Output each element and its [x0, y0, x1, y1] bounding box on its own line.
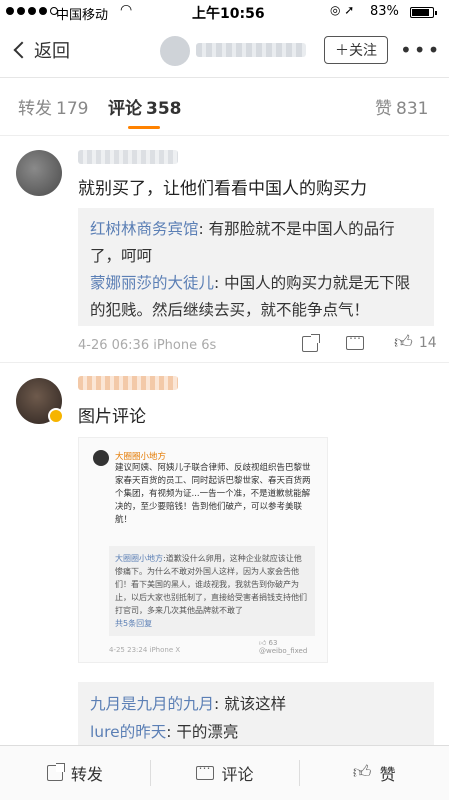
carrier-label: 中国移动 [56, 8, 109, 23]
like-icon: 👍︎ [352, 762, 372, 783]
tab-likes[interactable]: 赞 831 [375, 94, 428, 119]
comment-text: 就别买了，让他们看看中国人的购买力 [78, 179, 367, 199]
back-label: 返回 [34, 41, 70, 62]
image-likes: 👍︎ 63 @weibo_fixed [259, 639, 308, 655]
image-avatar [93, 450, 109, 466]
reply-author[interactable]: 蒙娜丽莎的大徒儿 [90, 274, 214, 292]
tab-reposts-label: 转发 [18, 99, 52, 119]
share-icon [46, 763, 65, 781]
repost-button[interactable]: 转发 [0, 746, 150, 800]
comment-image[interactable]: 大圈圈小地方 建议阿姨、阿姨儿子联合律师、反歧视组织告巴黎世家春天百货的员工、同… [78, 437, 328, 663]
commenter-name-blurred[interactable] [78, 150, 178, 164]
nav-bar: 返回 ＋关注 ••• [0, 24, 449, 78]
image-more-replies: 共5条回复 [115, 619, 153, 628]
tab-bar: 转发 179 评论 358 赞 831 [0, 78, 449, 136]
image-reply-text: :道歉没什么卵用，这种企业就应该让他惨痛下。为什么不敢对外国人这样，因为人家会告… [115, 554, 307, 615]
commenter-name-blurred[interactable] [78, 376, 178, 390]
comment-meta: 4-26 06:36 iPhone 6s [78, 338, 217, 353]
repost-label: 转发 [70, 765, 103, 784]
bottom-toolbar: 转发 评论 👍︎ 赞 [0, 745, 449, 800]
clock: 上午10:56 [192, 6, 265, 22]
author-avatar[interactable] [160, 36, 190, 66]
share-icon [302, 334, 320, 352]
comment-icon [195, 761, 214, 780]
reply-item[interactable]: 红树林商务宾馆: 有那脸就不是中国人的品行了，呵呵 [90, 216, 422, 270]
thumbs-up-icon: 👍︎ [394, 332, 413, 353]
image-like-count: 63 [268, 639, 278, 647]
like-label: 赞 [379, 765, 396, 784]
reply-item[interactable]: 九月是九月的九月: 就该这样 [90, 690, 422, 718]
reply-list[interactable]: 红树林商务宾馆: 有那脸就不是中国人的品行了，呵呵 蒙娜丽莎的大徒儿: 中国人的… [78, 208, 434, 326]
author-name-blurred[interactable] [196, 43, 306, 57]
tab-reposts-count: 179 [56, 99, 89, 119]
image-reply-author: 大圈圈小地方 [115, 554, 163, 563]
chevron-left-icon [13, 41, 31, 59]
image-post-text: 建议阿姨、阿姨儿子联合律师、反歧视组织告巴黎世家春天百货的员工、同时起诉巴黎世家… [115, 463, 311, 525]
status-bar: 中国移动 ◠ 上午10:56 ◎ ➚ 83% [0, 0, 449, 24]
reply-text: : 干的漂亮 [166, 723, 239, 741]
tab-comments-count: 358 [146, 99, 182, 119]
comment-reply-button[interactable] [346, 331, 364, 350]
tab-comments[interactable]: 评论 358 [108, 94, 182, 119]
comment-label: 评论 [221, 765, 254, 784]
battery-icon [410, 7, 437, 18]
tab-likes-count: 831 [396, 99, 429, 119]
tab-comments-label: 评论 [108, 99, 142, 119]
tab-reposts[interactable]: 转发 179 [18, 94, 88, 119]
reply-author[interactable]: 九月是九月的九月 [90, 695, 214, 713]
lock-rotation-icon: ◎ ➚ [330, 3, 355, 17]
back-button[interactable]: 返回 [10, 37, 70, 63]
signal-icon [6, 7, 58, 15]
reply-item[interactable]: 蒙娜丽莎的大徒儿: 中国人的购买力就是无下限的犯贱。然后继续去买，就不能争点气！ [90, 270, 422, 324]
active-tab-indicator [128, 126, 160, 129]
image-footer: 4-25 23:24 iPhone X [109, 646, 181, 654]
tab-likes-label: 赞 [375, 99, 392, 119]
reply-text: : 就该这样 [214, 695, 287, 713]
verified-badge-icon [48, 408, 64, 424]
like-button[interactable]: 👍︎ 赞 [299, 746, 449, 800]
commenter-avatar[interactable] [16, 150, 62, 196]
image-author: 大圈圈小地方 [115, 452, 167, 462]
battery-percent: 83% [370, 4, 399, 19]
like-count: 14 [418, 335, 437, 351]
comment-button[interactable]: 评论 [149, 746, 300, 800]
comment-text: 图片评论 [78, 407, 146, 427]
image-reply-box: 大圈圈小地方:道歉没什么卵用，这种企业就应该让他惨痛下。为什么不敢对外国人这样，… [109, 546, 315, 636]
reply-list[interactable]: 九月是九月的九月: 就该这样 lure的昨天: 干的漂亮 [78, 682, 434, 752]
reply-item[interactable]: lure的昨天: 干的漂亮 [90, 718, 422, 746]
image-watermark: @weibo_fixed [259, 647, 308, 655]
reply-author[interactable]: lure的昨天 [90, 723, 166, 741]
follow-button[interactable]: ＋关注 [324, 36, 388, 64]
divider [0, 362, 449, 363]
wifi-icon: ◠ [120, 2, 133, 18]
comment-icon [346, 331, 364, 350]
reply-author[interactable]: 红树林商务宾馆 [90, 220, 199, 238]
more-icon[interactable]: ••• [400, 38, 441, 62]
comment-like-button[interactable]: 👍︎ 14 [394, 334, 437, 352]
comment-share-button[interactable] [302, 334, 320, 352]
